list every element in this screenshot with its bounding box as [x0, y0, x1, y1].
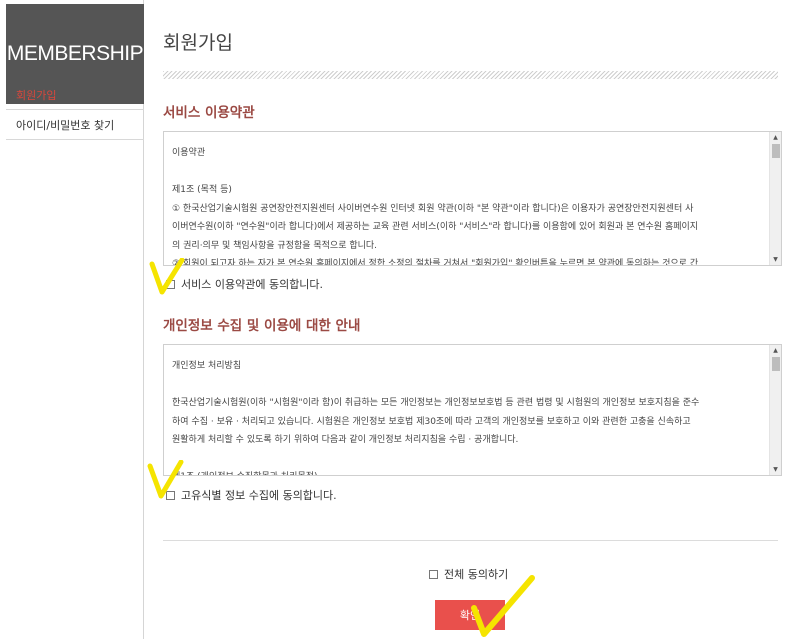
terms-line: ① 한국산업기술시험원 공연장안전지원센터 사이버연수원 인터넷 회원 약관(이… — [172, 203, 694, 214]
sidebar-title: MEMBERSHIP — [6, 42, 144, 65]
privacy-scrollbar[interactable]: ▲ ▼ — [769, 345, 781, 475]
all-agree-label: 전체 동의하기 — [444, 568, 509, 581]
terms-agree-checkbox[interactable]: 서비스 이용약관에 동의합니다. — [166, 276, 323, 292]
terms-line: 이버연수원(이하 "연수원"이라 합니다)에서 제공하는 교육 관련 서비스(이… — [172, 222, 699, 232]
sidebar-item-find-account[interactable]: 아이디/비밀번호 찾기 — [6, 110, 144, 140]
scroll-thumb[interactable] — [772, 144, 780, 158]
scroll-down-arrow-icon[interactable]: ▼ — [770, 464, 781, 475]
all-agree-checkbox[interactable]: 전체 동의하기 — [429, 566, 508, 582]
terms-line: 의 권리·의무 및 책임사항을 규정함을 목적으로 합니다. — [172, 240, 378, 251]
terms-scrollbar[interactable]: ▲ ▼ — [769, 132, 781, 265]
title-hatch-divider — [163, 71, 778, 79]
privacy-agree-label: 고유식별 정보 수집에 동의합니다. — [181, 489, 337, 502]
page-title: 회원가입 — [163, 32, 233, 54]
privacy-line: 하여 수집 · 보유 · 처리되고 있습니다. 시험원은 개인정보 보호법 제3… — [172, 416, 691, 427]
sidebar-item-signup[interactable]: 회원가입 — [6, 80, 144, 110]
privacy-line: 원활하게 처리할 수 있도록 하기 위하여 다음과 같이 개인정보 처리지침을 … — [172, 435, 519, 445]
terms-line: 제1조 (목적 등) — [172, 185, 232, 195]
terms-line: 이용약관 — [172, 148, 206, 158]
privacy-line: 개인정보 처리방침 — [172, 361, 242, 371]
terms-textbox[interactable]: 이용약관 제1조 (목적 등) ① 한국산업기술시험원 공연장안전지원센터 사이… — [163, 131, 782, 266]
section-divider — [163, 540, 778, 541]
privacy-textbox[interactable]: 개인정보 처리방침 한국산업기술시험원(이하 "시험원"이라 함)이 취급하는 … — [163, 344, 782, 476]
checkbox-box[interactable] — [429, 569, 438, 579]
checkbox-box[interactable] — [166, 279, 175, 289]
privacy-line: 제1조 (개인정보 수집항목과 처리목적) — [172, 468, 759, 475]
confirm-button[interactable]: 확인 — [435, 600, 505, 630]
privacy-line: 한국산업기술시험원(이하 "시험원"이라 함)이 취급하는 모든 개인정보는 개… — [172, 398, 700, 408]
terms-section-title: 서비스 이용약관 — [163, 105, 255, 121]
privacy-content: 개인정보 처리방침 한국산업기술시험원(이하 "시험원"이라 함)이 취급하는 … — [172, 357, 759, 475]
scroll-down-arrow-icon[interactable]: ▼ — [770, 254, 781, 265]
scroll-thumb[interactable] — [772, 357, 780, 371]
privacy-agree-checkbox[interactable]: 고유식별 정보 수집에 동의합니다. — [166, 487, 337, 503]
terms-agree-label: 서비스 이용약관에 동의합니다. — [181, 278, 324, 291]
privacy-section-title: 개인정보 수집 및 이용에 대한 안내 — [163, 318, 361, 334]
side-menu: 회원가입 아이디/비밀번호 찾기 — [6, 80, 144, 140]
sidebar: MEMBERSHIP 회원가입 아이디/비밀번호 찾기 — [0, 0, 144, 639]
terms-line: ② 회원이 되고자 하는 자가 본 연수원 홈페이지에서 정한 소정의 절차를 … — [172, 259, 699, 266]
scroll-up-arrow-icon[interactable]: ▲ — [770, 345, 781, 356]
checkbox-box[interactable] — [166, 490, 175, 500]
sidebar-item-label: 회원가입 — [16, 88, 57, 102]
scroll-up-arrow-icon[interactable]: ▲ — [770, 132, 781, 143]
sidebar-item-label: 아이디/비밀번호 찾기 — [16, 118, 115, 132]
terms-content: 이용약관 제1조 (목적 등) ① 한국산업기술시험원 공연장안전지원센터 사이… — [172, 144, 759, 266]
